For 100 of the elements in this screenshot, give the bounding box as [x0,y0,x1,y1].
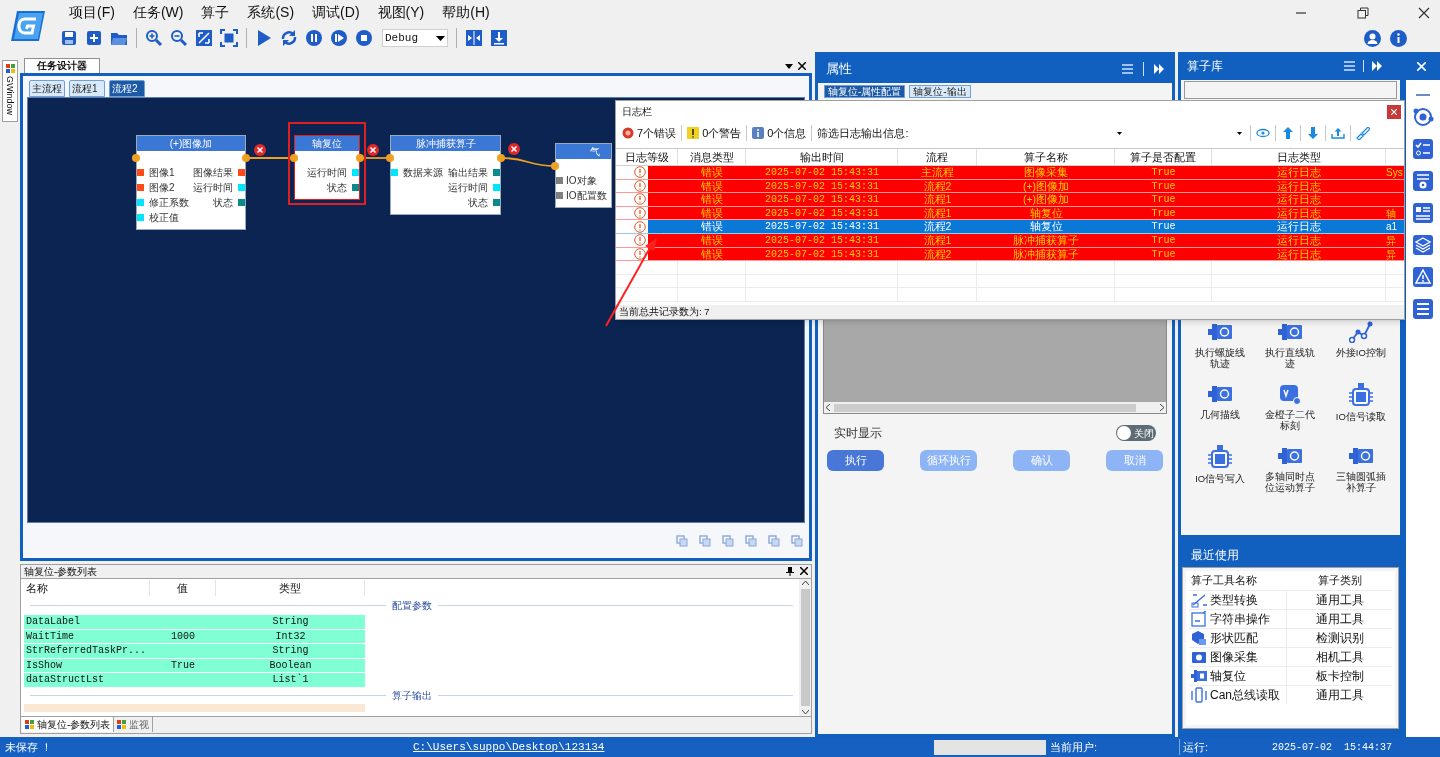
operator-node[interactable]: 脉冲捕获算子 数据来源 输出结果 运行时间 状态 [390,135,501,215]
split-icon[interactable] [465,29,483,47]
designer-tab[interactable]: 任务设计器 [24,58,100,73]
flow-tab[interactable]: 主流程 [29,80,65,97]
operator-node[interactable]: 气 IO对象 IO配置数 [555,143,612,208]
scroll-down-icon[interactable] [801,710,809,714]
log-row[interactable]: 错误 2025-07-02 15:43:31 流程2 轴复位 True 运行日志 a1 [616,220,1404,234]
panel-tab[interactable]: 轴复位-参数列表 [22,717,115,732]
orbit-icon[interactable] [1412,106,1434,128]
status-text: 未保存 ！ [4,739,54,755]
tool-item[interactable]: 执行直线轨迹 [1261,347,1320,369]
scrollbar[interactable] [824,402,1166,413]
stop-icon[interactable] [355,29,373,47]
chip-icon [1348,383,1373,407]
save-icon[interactable] [60,29,78,47]
menu-item[interactable]: 视图(Y) [376,2,426,23]
filter-button[interactable]: 0个信息 [752,124,807,142]
flow-tab[interactable]: 流程1 [69,80,105,97]
motor-icon [1208,321,1233,343]
filter-button[interactable]: 0个警告 [687,124,742,142]
scroll-left-icon[interactable] [826,404,830,411]
loop-icon[interactable] [280,29,298,47]
search-field[interactable] [1184,81,1397,99]
pin-icon[interactable] [786,567,794,576]
tool-item[interactable]: 三轴圆弧插补算子 [1331,471,1390,493]
port-dot [356,154,364,162]
list-row[interactable]: Can总线读取 通用工具 [1189,685,1392,704]
close-button[interactable] [1387,104,1401,119]
add-icon[interactable] [85,29,103,47]
tool-item[interactable]: 多轴同时点位运动算子 [1261,471,1320,493]
scroll-right-icon[interactable] [1160,404,1164,411]
expand-icon[interactable] [1372,61,1382,71]
panel-icon[interactable] [1412,202,1434,224]
menu-item[interactable]: 算子 [200,2,231,23]
table-cell-text: a1 [1386,220,1399,233]
step-icon[interactable] [330,29,348,47]
layers-icon[interactable] [1412,234,1434,256]
operator-node[interactable]: 轴复位 运行时间 状态 [294,135,360,200]
close-icon[interactable] [1418,6,1430,19]
fit-icon[interactable] [195,29,213,47]
caret-icon [436,35,445,41]
pause-icon[interactable] [305,29,323,47]
scroll-up-icon[interactable] [801,581,809,585]
operator-node[interactable]: (+)图像加 图像1 图像结果 图像2 运行时间 修正系数 状态 校正值 [136,135,246,230]
filter-button[interactable]: 7个错误 [622,124,677,142]
info-icon[interactable] [1390,29,1407,47]
close-icon[interactable] [800,567,808,575]
arrow-down-icon[interactable] [1306,126,1321,140]
port-dot [290,154,298,162]
menu-icon[interactable] [1122,64,1133,74]
menu-item[interactable]: 任务(W) [131,2,185,23]
restore-icon[interactable] [1356,6,1369,19]
tool-item[interactable]: 执行螺旋线轨迹 [1191,347,1250,369]
menu-icon[interactable] [1344,61,1355,71]
alert-icon [634,234,646,247]
port-label: 图像1 [149,166,175,180]
list-row[interactable]: 字符串操作 通用工具 [1189,609,1392,628]
expand-icon[interactable] [1154,64,1164,74]
list-row[interactable]: 形状匹配 检测识别 [1189,628,1392,647]
menu-item[interactable]: 调试(D) [311,2,361,23]
view-icon[interactable] [1256,126,1271,140]
arrow-up-icon[interactable] [1281,126,1296,140]
menu-item[interactable]: 项目(F) [68,2,116,23]
table-cell-text: 异 [1386,233,1397,247]
flow-tab[interactable]: 流程2 [109,80,145,97]
list-row[interactable]: 轴复位 板卡控制 [1189,666,1392,685]
tool-item[interactable]: 外接IO控制 [1331,347,1390,358]
side-tab[interactable]: GWindow [2,60,18,122]
property-tab[interactable]: 轴复位-输出 [909,85,971,98]
fullscreen-icon[interactable] [220,29,238,47]
property-tab[interactable]: 轴复位-属性配置 [824,85,906,98]
menu-item[interactable]: 帮助(H) [441,2,491,23]
download-icon[interactable] [490,29,508,47]
zoom-in-icon[interactable] [145,29,163,47]
zoom-out-icon[interactable] [170,29,188,47]
upload-icon[interactable] [1331,126,1346,140]
table-cell-text: 错误 [700,179,724,193]
scrollbar[interactable] [799,579,811,716]
user-icon[interactable] [1364,29,1381,47]
menu-item[interactable]: 系统(S) [246,2,296,23]
toggle-switch[interactable]: 关闭 [1116,425,1156,441]
warning-icon[interactable] [1412,266,1434,288]
close-icon[interactable] [798,62,806,70]
panel-tab[interactable]: 监视 [114,717,154,732]
settings-icon[interactable] [1412,170,1434,192]
tool-item[interactable]: 金橙子二代标刻 [1261,409,1320,431]
tool-item[interactable]: IO信号写入 [1191,473,1250,484]
tool-item[interactable]: IO信号读取 [1331,411,1390,422]
play-icon[interactable] [255,29,273,47]
table-cell-text: True [170,658,196,673]
list-row[interactable]: 类型转换 通用工具 [1189,590,1392,609]
action-button[interactable]: 执行 [827,450,884,471]
path-link[interactable]: C:\Users\suppo\Desktop\123134 [413,738,934,756]
checklist-icon[interactable] [1412,138,1434,160]
list-icon[interactable] [1412,298,1434,320]
tool-item[interactable]: 几何描线 [1191,409,1250,420]
list-row[interactable]: 图像采集 相机工具 [1189,647,1392,666]
config-dropdown[interactable]: Debug [382,29,448,47]
caret-icon[interactable] [785,63,793,69]
node-title: 轴复位 [295,136,359,151]
